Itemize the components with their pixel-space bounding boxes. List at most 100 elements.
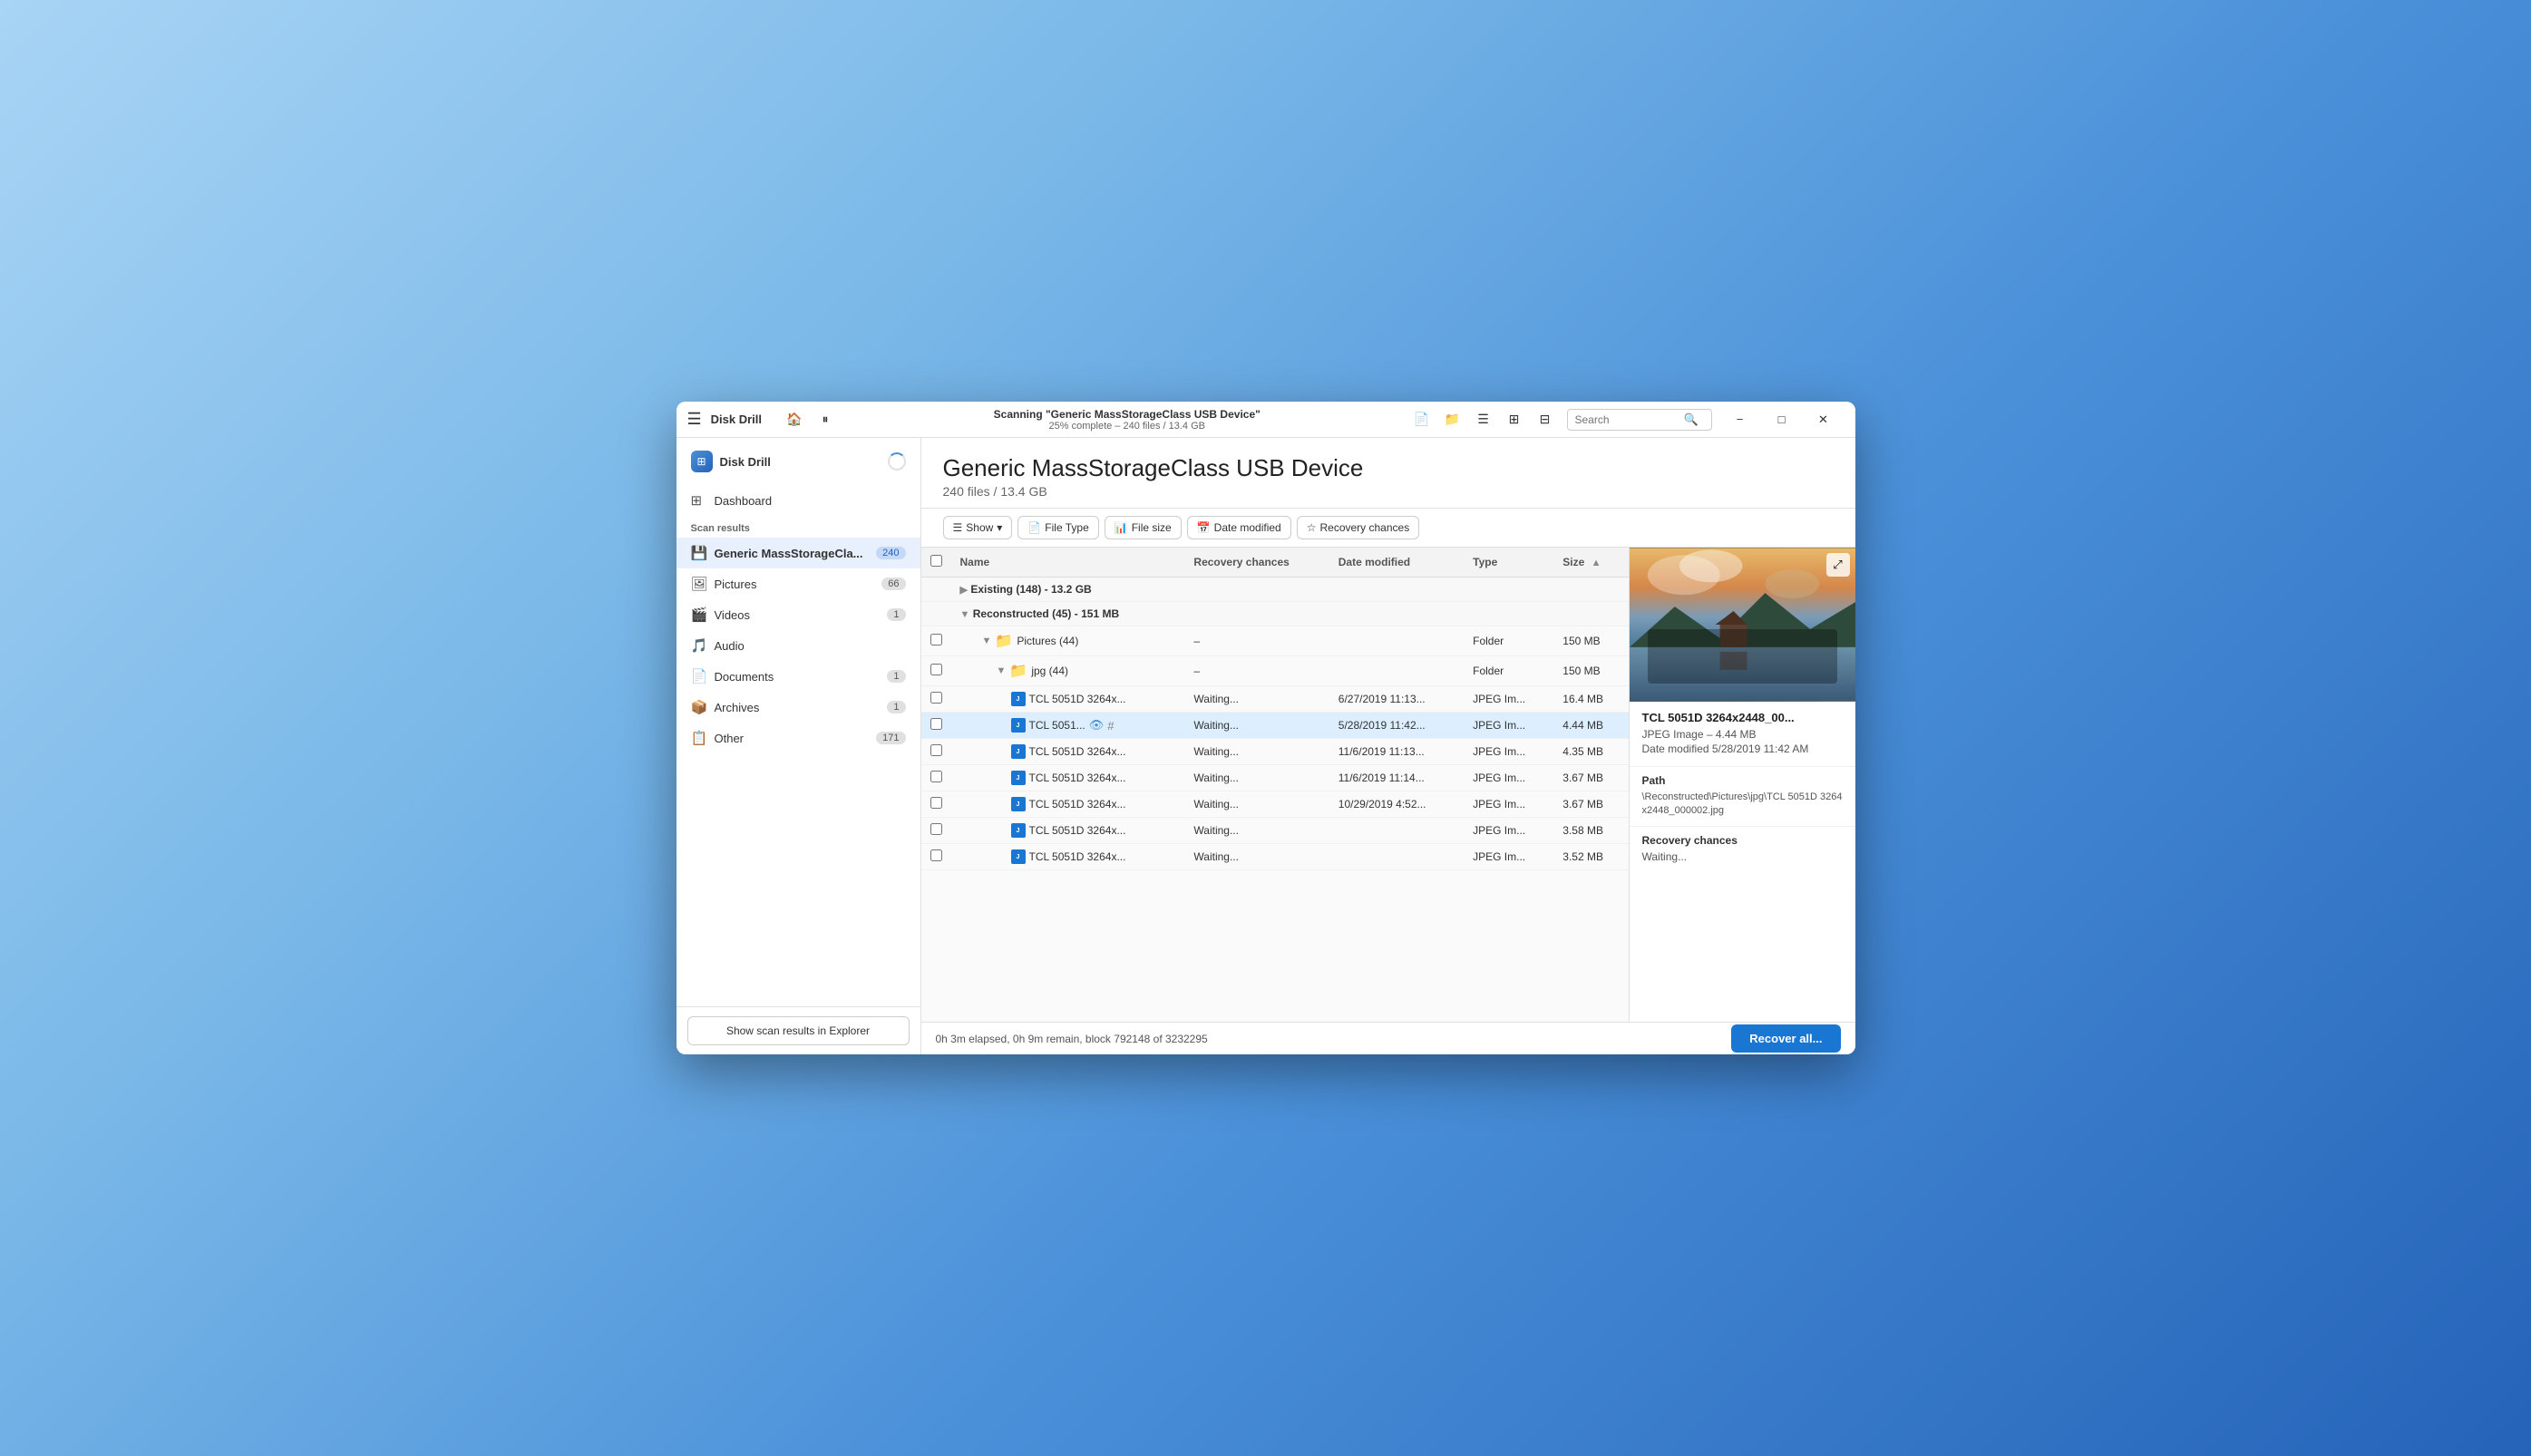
checkbox-file6[interactable] [930, 823, 942, 835]
date-modified-filter-button[interactable]: 📅 Date modified [1187, 516, 1291, 539]
home-button[interactable]: 🏠 [780, 407, 809, 432]
sidebar-item-audio[interactable]: 🎵 Audio [677, 630, 920, 661]
select-all-checkbox[interactable] [930, 555, 942, 567]
show-filter-label: Show [966, 521, 993, 534]
jpeg-icon-file6: J [1011, 823, 1026, 838]
jpeg-icon-file2: J [1011, 718, 1026, 733]
star-icon: ☆ [1307, 521, 1317, 534]
view-list-button[interactable]: ☰ [1469, 407, 1498, 432]
expand-reconstructed-icon[interactable]: ▼ [960, 609, 970, 620]
sidebar-item-other[interactable]: 📋 Other 171 [677, 723, 920, 753]
group-reconstructed[interactable]: ▼ Reconstructed (45) - 151 MB [921, 602, 1629, 626]
file5-type: JPEG Im... [1464, 791, 1553, 818]
file6-type: JPEG Im... [1464, 818, 1553, 844]
file5-recovery: Waiting... [1184, 791, 1329, 818]
folder-pictures[interactable]: ▼ 📁 Pictures (44) – Folder 150 MB [921, 626, 1629, 656]
app-logo: ⊞ [691, 451, 713, 472]
scan-results-section-title: Scan results [677, 516, 920, 538]
pictures-type: Folder [1464, 626, 1553, 656]
sidebar-audio-label: Audio [715, 639, 906, 653]
file3-date: 11/6/2019 11:13... [1329, 739, 1464, 765]
checkbox-file4[interactable] [930, 771, 942, 782]
maximize-button[interactable]: □ [1761, 405, 1803, 434]
view-file-button[interactable]: 📄 [1407, 407, 1436, 432]
sidebar-pictures-badge: 66 [881, 578, 905, 590]
checkbox-pictures[interactable] [930, 634, 942, 645]
chevron-down-icon: ▾ [997, 521, 1002, 534]
sidebar-item-videos[interactable]: 🎬 Videos 1 [677, 599, 920, 630]
documents-icon: 📄 [691, 668, 707, 684]
folder-icon: 📁 [995, 632, 1013, 650]
folder-jpg[interactable]: ▼ 📁 jpg (44) – Folder 150 MB [921, 656, 1629, 686]
sidebar-all-label: Generic MassStorageCla... [715, 547, 870, 560]
table-row[interactable]: J TCL 5051D 3264x... Waiting... 11/6/201… [921, 739, 1629, 765]
preview-expand-button[interactable]: ⤢ [1826, 553, 1850, 577]
table-row[interactable]: J TCL 5051D 3264x... Waiting... JPEG Im.… [921, 818, 1629, 844]
close-button[interactable]: ✕ [1803, 405, 1845, 434]
checkbox-jpg[interactable] [930, 664, 942, 675]
hash-icon[interactable]: # [1107, 719, 1114, 733]
sidebar-item-documents[interactable]: 📄 Documents 1 [677, 661, 920, 692]
checkbox-file3[interactable] [930, 744, 942, 756]
recover-all-button[interactable]: Recover all... [1731, 1024, 1840, 1053]
view-grid-button[interactable]: ⊞ [1500, 407, 1529, 432]
search-icon[interactable]: 🔍 [1684, 413, 1699, 427]
hamburger-menu-icon[interactable]: ☰ [687, 410, 702, 429]
sidebar-item-all[interactable]: 💾 Generic MassStorageCla... 240 [677, 538, 920, 568]
checkbox-file1[interactable] [930, 692, 942, 704]
jpg-size: 150 MB [1553, 656, 1628, 686]
pictures-date [1329, 626, 1464, 656]
file-size-filter-button[interactable]: 📊 File size [1105, 516, 1182, 539]
preview-eye-icon[interactable]: 👁 [1089, 718, 1105, 733]
sidebar-item-dashboard[interactable]: ⊞ Dashboard [677, 485, 920, 516]
group-reconstructed-label: Reconstructed (45) - 151 MB [973, 607, 1119, 620]
file2-name-cell: J TCL 5051... 👁 # [960, 718, 1176, 733]
search-input[interactable] [1575, 413, 1684, 426]
recovery-chances-filter-button[interactable]: ☆ Recovery chances [1297, 516, 1419, 539]
file-table-wrap[interactable]: Name Recovery chances Date modified [921, 548, 1629, 1022]
checkbox-file7[interactable] [930, 849, 942, 861]
sidebar-header: ⊞ Disk Drill [677, 438, 920, 485]
jpeg-icon-file3: J [1011, 744, 1026, 759]
sidebar-videos-label: Videos [715, 608, 881, 622]
show-filter-button[interactable]: ☰ Show ▾ [943, 516, 1013, 539]
file1-name-cell: J TCL 5051D 3264x... [960, 692, 1176, 706]
expand-pictures-icon[interactable]: ▼ [982, 636, 992, 646]
sidebar-item-pictures[interactable]: 🖼 Pictures 66 [677, 568, 920, 599]
file7-size: 3.52 MB [1553, 844, 1628, 870]
file5-name-cell: J TCL 5051D 3264x... [960, 797, 1176, 811]
view-split-button[interactable]: ⊟ [1531, 407, 1560, 432]
table-row-selected[interactable]: J TCL 5051... 👁 # Waiting... 5/28/2019 1… [921, 713, 1629, 739]
table-row[interactable]: J TCL 5051D 3264x... Waiting... 10/29/20… [921, 791, 1629, 818]
group-existing[interactable]: ▶ Existing (148) - 13.2 GB [921, 578, 1629, 602]
type-col-header: Type [1464, 548, 1553, 578]
content-area: Generic MassStorageClass USB Device 240 … [921, 438, 1855, 1054]
table-row[interactable]: J TCL 5051D 3264x... Waiting... 11/6/201… [921, 765, 1629, 791]
file-size-icon: 📊 [1115, 521, 1128, 534]
sidebar-footer: Show scan results in Explorer [677, 1006, 920, 1054]
size-col-header: Size ▲ [1553, 548, 1628, 578]
table-row[interactable]: J TCL 5051D 3264x... Waiting... 6/27/201… [921, 686, 1629, 713]
view-folder-button[interactable]: 📁 [1438, 407, 1467, 432]
sidebar-archives-badge: 1 [887, 701, 905, 713]
checkbox-file5[interactable] [930, 797, 942, 809]
show-scan-explorer-button[interactable]: Show scan results in Explorer [687, 1016, 910, 1045]
sidebar-item-archives[interactable]: 📦 Archives 1 [677, 692, 920, 723]
minimize-button[interactable]: − [1719, 405, 1761, 434]
file3-type: JPEG Im... [1464, 739, 1553, 765]
expand-jpg-icon[interactable]: ▼ [997, 665, 1007, 676]
file3-recovery: Waiting... [1184, 739, 1329, 765]
scan-subtitle: 25% complete – 240 files / 13.4 GB [1049, 421, 1205, 432]
sidebar-pictures-label: Pictures [715, 578, 875, 591]
expand-existing-icon[interactable]: ▶ [960, 585, 968, 596]
sidebar-archives-label: Archives [715, 701, 881, 714]
checkbox-file2[interactable] [930, 718, 942, 730]
file-type-filter-button[interactable]: 📄 File Type [1017, 516, 1098, 539]
dashboard-icon: ⊞ [691, 492, 707, 509]
table-row[interactable]: J TCL 5051D 3264x... Waiting... JPEG Im.… [921, 844, 1629, 870]
preview-meta-type: JPEG Image – 4.44 MB [1642, 728, 1843, 741]
filter-icon: ☰ [953, 521, 963, 534]
preview-meta-date: Date modified 5/28/2019 11:42 AM [1642, 743, 1843, 755]
pictures-icon: 🖼 [691, 576, 707, 592]
pause-button[interactable]: ⏸ [811, 407, 840, 432]
